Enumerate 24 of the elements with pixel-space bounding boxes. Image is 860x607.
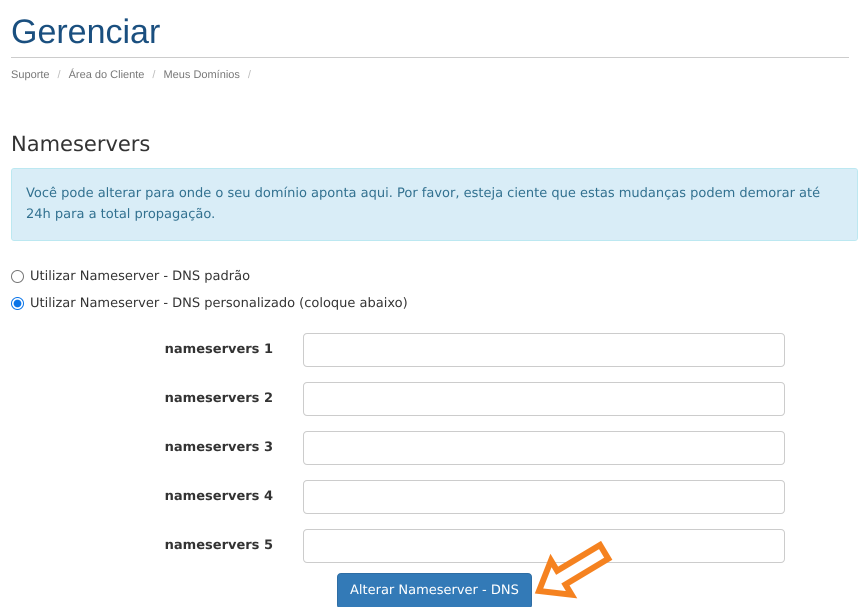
breadcrumb-link[interactable]: Suporte: [11, 67, 50, 84]
breadcrumb-link[interactable]: Meus Domínios: [163, 67, 240, 84]
nameserver-input[interactable]: [303, 382, 785, 416]
radio-button[interactable]: [11, 297, 24, 310]
radio-label: Utilizar Nameserver - DNS personalizado (coloque abaixo): [30, 295, 408, 313]
breadcrumb-separator: /: [248, 68, 251, 83]
field-label: nameservers 2: [164, 390, 273, 408]
field-label: nameservers 5: [164, 536, 273, 555]
nameserver-input[interactable]: [303, 528, 785, 562]
radio-button[interactable]: [11, 270, 24, 283]
page-title: Gerenciar: [11, 12, 160, 53]
nameserver-input[interactable]: [303, 430, 785, 464]
info-alert: Você pode alterar para onde o seu domínio aponta aqui. Por favor, esteja ciente que estas mudanças podem demorar até 24h para a total propagação.: [11, 168, 858, 240]
radio-label: Utilizar Nameserver - DNS padrão: [30, 268, 250, 286]
nameserver-input[interactable]: [303, 480, 785, 514]
nameserver-input[interactable]: [303, 332, 785, 366]
breadcrumb-separator: /: [152, 68, 156, 83]
field-label: nameservers 3: [164, 438, 273, 457]
section-title: Nameservers: [11, 130, 150, 158]
field-label: nameservers 1: [164, 340, 273, 359]
breadcrumb-separator: /: [58, 68, 61, 83]
submit-button[interactable]: Alterar Nameserver - DNS: [337, 572, 532, 607]
breadcrumb-link[interactable]: Área do Cliente: [68, 67, 144, 84]
field-label: nameservers 4: [164, 488, 273, 506]
